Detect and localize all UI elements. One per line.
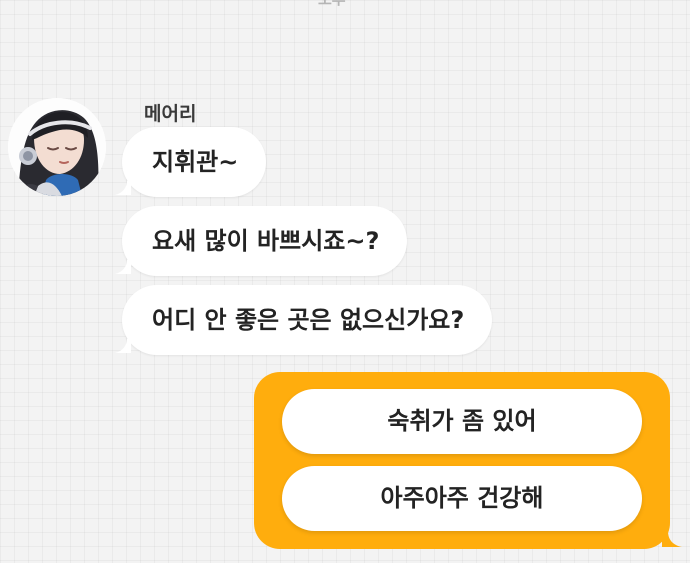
message-bubble: 지휘관~ [115,127,267,197]
avatar[interactable] [8,98,106,196]
reply-choice-button[interactable]: 숙취가 좀 있어 [282,389,642,454]
bubble-tail-icon [115,260,131,274]
bubble-tail-icon [115,339,131,353]
bubble-tail-icon [662,531,682,547]
bubble-tail-icon [115,181,131,195]
reply-choice-button[interactable]: 아주아주 건강해 [282,466,642,531]
message-text: 어디 안 좋은 곳은 없으신가요? [152,306,465,334]
message-text: 요새 많이 바쁘시죠~? [152,227,380,255]
timestamp-partial: 오후 [318,0,346,9]
message-bubble: 요새 많이 바쁘시죠~? [115,206,408,276]
character-portrait-icon [8,98,106,196]
message-bubble: 어디 안 좋은 곳은 없으신가요? [115,285,493,355]
reply-choice-panel: 숙취가 좀 있어 아주아주 건강해 [254,372,682,549]
sender-name: 메어리 [144,103,197,125]
message-text: 지휘관~ [152,148,239,176]
